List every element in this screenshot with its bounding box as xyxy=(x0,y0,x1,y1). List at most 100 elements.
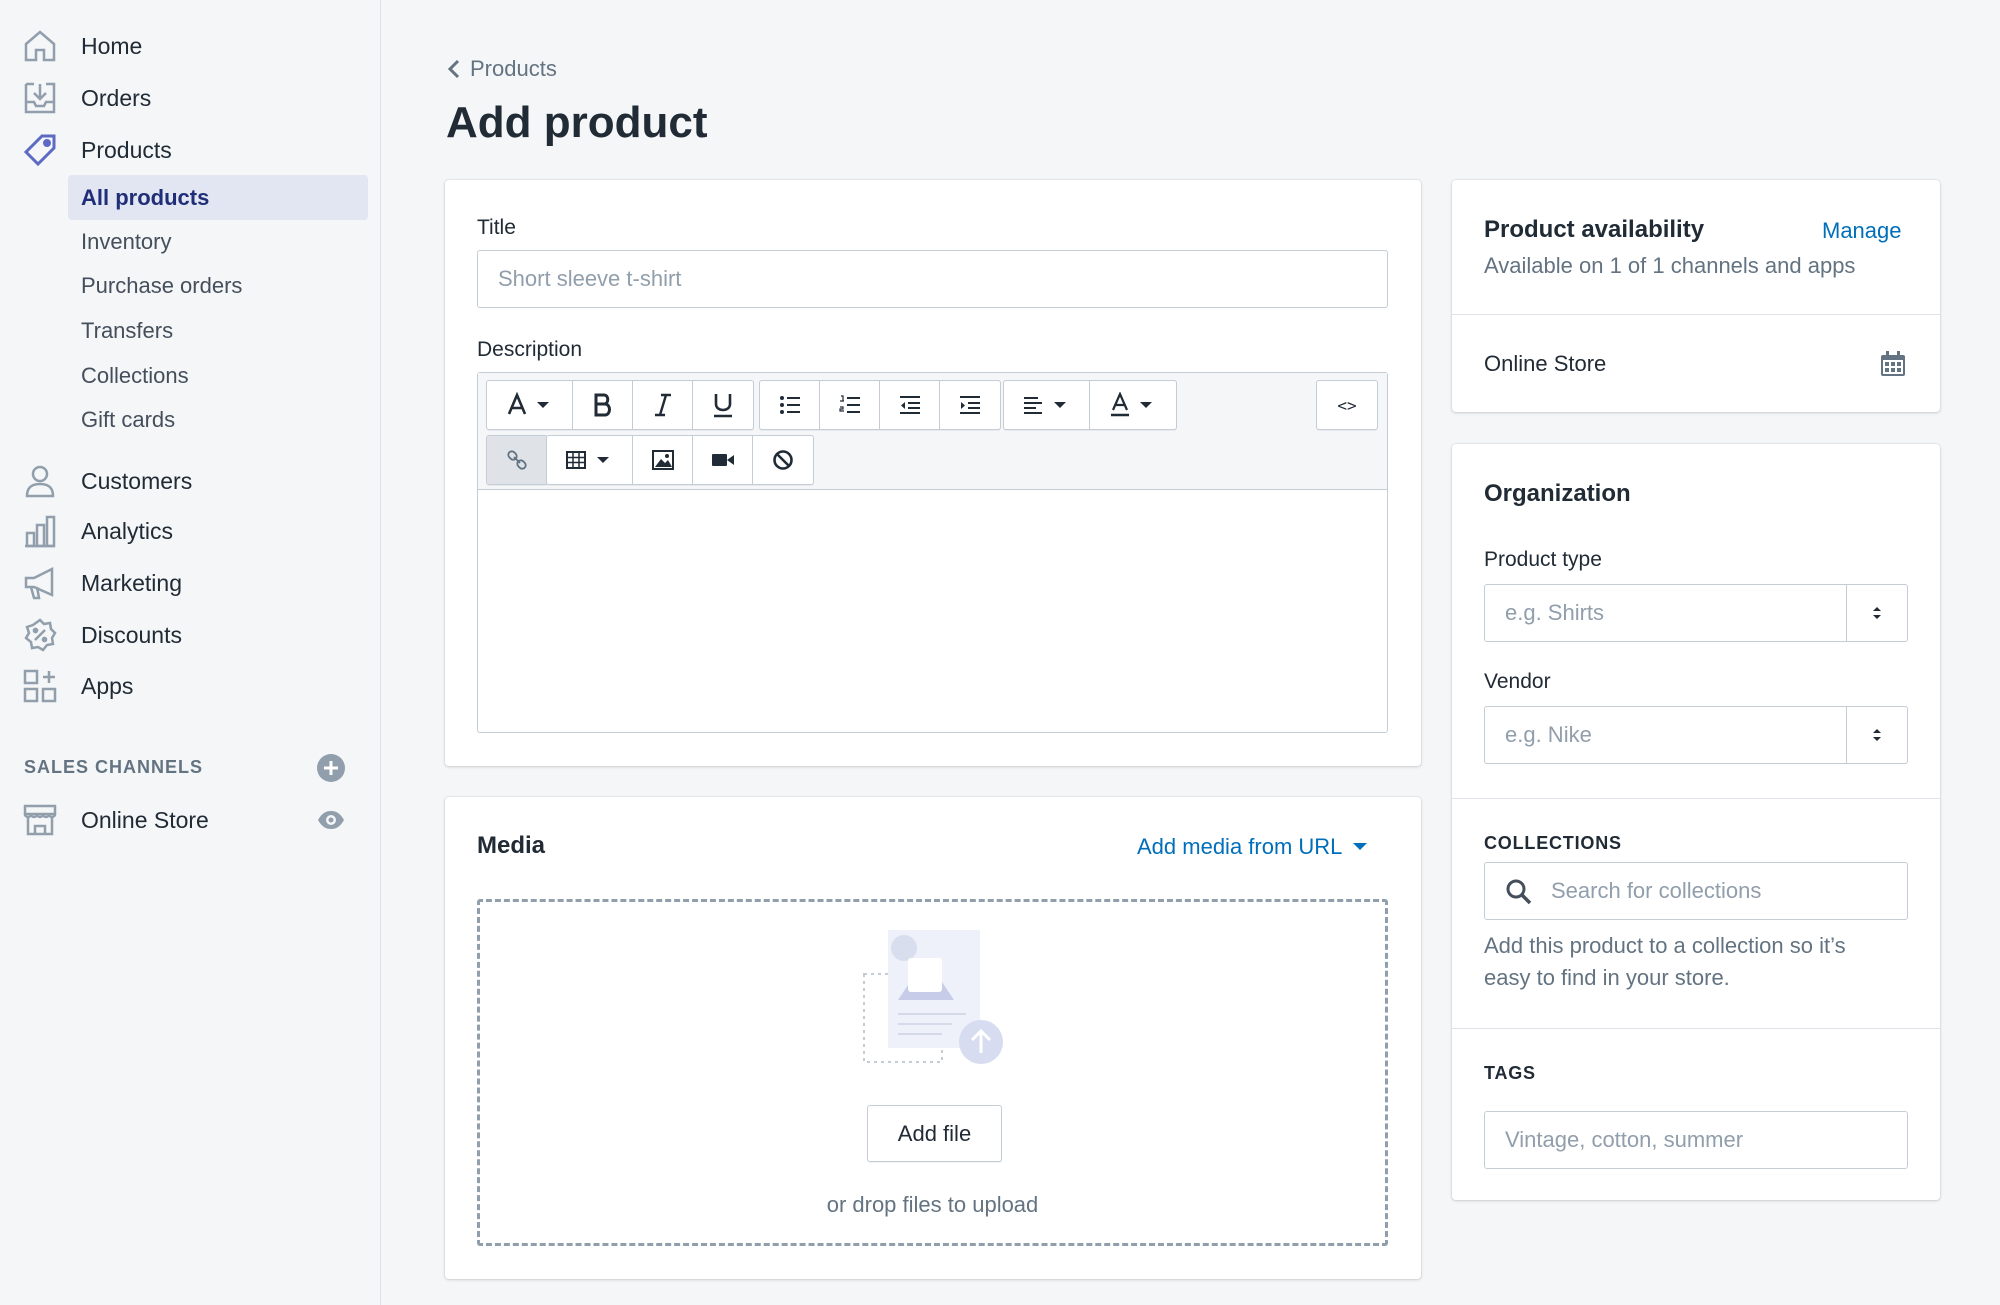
outdent-button[interactable] xyxy=(880,381,940,429)
clear-formatting-button[interactable] xyxy=(753,436,813,484)
sidebar-item-all-products[interactable]: All products xyxy=(68,175,368,220)
video-icon xyxy=(711,454,734,466)
sidebar-item-transfers[interactable]: Transfers xyxy=(68,308,368,353)
outdent-icon xyxy=(899,396,920,414)
marketing-icon xyxy=(24,566,54,600)
home-icon xyxy=(24,30,56,62)
nav-item-orders[interactable]: Orders xyxy=(0,72,381,124)
code-view-button[interactable]: <> xyxy=(1317,381,1377,429)
sidebar: Home Orders Products All products Invent… xyxy=(0,0,381,1305)
nav-label: Customers xyxy=(81,467,193,494)
sidebar-item-inventory[interactable]: Inventory xyxy=(68,219,368,264)
tag-icon xyxy=(23,134,56,167)
table-dropdown[interactable] xyxy=(547,436,633,484)
vendor-combobox xyxy=(1484,706,1908,764)
font-style-dropdown[interactable] xyxy=(487,381,573,429)
nav-item-customers[interactable]: Customers xyxy=(0,455,381,507)
description-editor: <> xyxy=(477,372,1388,733)
tags-input[interactable] xyxy=(1484,1111,1908,1169)
select-arrows-icon xyxy=(1873,729,1881,741)
collections-search xyxy=(1484,862,1908,920)
insert-group xyxy=(546,435,814,485)
numbered-list-button[interactable] xyxy=(820,381,880,429)
chevron-left-icon xyxy=(447,59,460,79)
text-color-dropdown[interactable] xyxy=(1090,381,1176,429)
channel-name: Online Store xyxy=(1484,351,1607,376)
text-color-icon xyxy=(1111,392,1152,417)
add-file-button[interactable]: Add file xyxy=(867,1105,1002,1162)
sales-channels-header: SALES CHANNELS xyxy=(24,757,204,777)
nav-item-products[interactable]: Products xyxy=(0,124,381,176)
indent-button[interactable] xyxy=(940,381,1000,429)
nav-label: Home xyxy=(81,32,143,59)
nav-label: Marketing xyxy=(81,569,182,596)
clear-format-icon xyxy=(773,450,793,470)
vendor-selector[interactable] xyxy=(1846,707,1907,763)
collections-search-input[interactable] xyxy=(1541,863,1901,919)
add-media-from-url-link[interactable]: Add media from URL xyxy=(1137,834,1370,860)
product-type-selector[interactable] xyxy=(1846,585,1907,641)
add-sales-channel-button[interactable] xyxy=(317,754,345,782)
drop-files-hint: or drop files to upload xyxy=(826,1192,1039,1217)
sidebar-item-collections[interactable]: Collections xyxy=(68,353,368,398)
calendar-icon[interactable] xyxy=(1879,350,1907,378)
link-icon xyxy=(507,450,527,470)
collections-help-line: easy to find in your store. xyxy=(1484,965,1730,990)
bullet-list-button[interactable] xyxy=(760,381,820,429)
search-icon xyxy=(1506,879,1532,905)
table-icon xyxy=(565,451,609,469)
code-icon: <> xyxy=(1337,395,1357,415)
indent-icon xyxy=(960,396,980,414)
availability-title: Product availability xyxy=(1484,216,1705,243)
format-group xyxy=(486,380,754,430)
nav-item-marketing[interactable]: Marketing xyxy=(0,557,381,609)
nav-item-analytics[interactable]: Analytics xyxy=(0,505,381,557)
align-left-icon xyxy=(1023,397,1066,414)
sidebar-item-gift-cards[interactable]: Gift cards xyxy=(68,397,368,442)
eye-icon[interactable] xyxy=(316,805,346,835)
nav-item-discounts[interactable]: Discounts xyxy=(0,609,381,661)
caret-down-icon xyxy=(1353,843,1368,850)
product-type-input[interactable] xyxy=(1485,585,1847,641)
nav-label: Products xyxy=(81,136,172,163)
align-color-group xyxy=(1003,380,1177,430)
description-label: Description xyxy=(477,338,583,361)
insert-video-button[interactable] xyxy=(693,436,753,484)
nav-item-home[interactable]: Home xyxy=(0,20,381,72)
vendor-label: Vendor xyxy=(1484,670,1551,693)
store-icon xyxy=(23,804,57,836)
link-button[interactable] xyxy=(487,436,547,484)
description-content[interactable] xyxy=(478,490,1387,732)
bullet-list-icon xyxy=(779,396,800,414)
customers-icon xyxy=(25,465,55,498)
divider xyxy=(1452,1028,1940,1029)
nav-label: Apps xyxy=(81,672,134,699)
link-group xyxy=(486,435,548,485)
product-type-label: Product type xyxy=(1484,548,1602,571)
breadcrumb-label: Products xyxy=(470,56,557,81)
underline-button[interactable] xyxy=(693,381,753,429)
list-group xyxy=(759,380,1001,430)
nav-item-apps[interactable]: Apps xyxy=(0,660,381,712)
product-availability-card: Product availability Manage Available on… xyxy=(1452,180,1940,412)
apps-icon xyxy=(23,669,57,703)
numbered-list-icon xyxy=(838,395,860,413)
upload-illustration-icon xyxy=(863,930,1003,1064)
align-dropdown[interactable] xyxy=(1004,381,1090,429)
italic-icon xyxy=(654,393,671,417)
title-input[interactable] xyxy=(477,250,1388,308)
manage-link[interactable]: Manage xyxy=(1822,218,1902,244)
analytics-icon xyxy=(25,515,56,548)
media-dropzone[interactable]: Add file or drop files to upload xyxy=(477,899,1388,1246)
bold-button[interactable] xyxy=(573,381,633,429)
add-media-label: Add media from URL xyxy=(1137,834,1343,859)
insert-image-button[interactable] xyxy=(633,436,693,484)
italic-button[interactable] xyxy=(633,381,693,429)
sidebar-item-purchase-orders[interactable]: Purchase orders xyxy=(68,263,368,308)
vendor-input[interactable] xyxy=(1485,707,1847,763)
breadcrumb[interactable]: Products xyxy=(446,56,557,82)
organization-title: Organization xyxy=(1484,480,1631,507)
title-label: Title xyxy=(477,216,516,239)
bold-icon xyxy=(594,393,611,417)
nav-label: Online Store xyxy=(81,806,209,833)
